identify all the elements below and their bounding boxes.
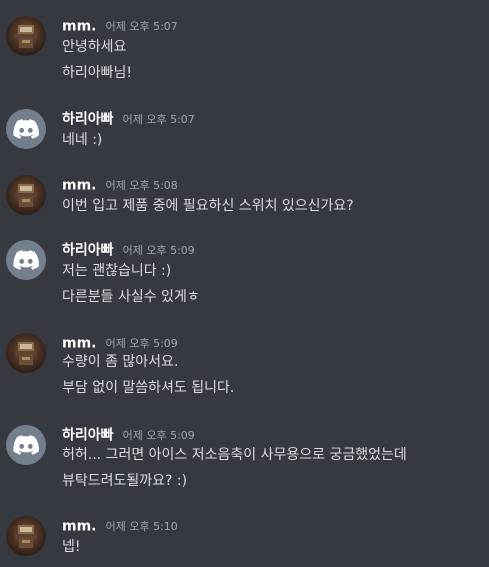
timestamp: 어제 오후 5:07: [105, 19, 178, 33]
message-text: 수량이 좀 많아서요.: [62, 354, 179, 370]
timestamp: 어제 오후 5:09: [122, 243, 195, 257]
avatar[interactable]: [6, 240, 46, 280]
discord-logo-icon: [13, 119, 39, 139]
chat-messages-list: mm. 어제 오후 5:07 안녕하세요 하리아빠님! 하리아빠 어제 오후 5…: [0, 0, 489, 567]
message-text: 부담 없이 말씀하셔도 됩니다.: [62, 380, 235, 396]
message-header: mm. 어제 오후 5:10: [62, 516, 178, 535]
timestamp: 어제 오후 5:07: [122, 112, 195, 126]
timestamp: 어제 오후 5:09: [122, 428, 195, 442]
username[interactable]: 하리아빠: [62, 112, 114, 128]
avatar[interactable]: [6, 175, 46, 215]
message-header: mm. 어제 오후 5:07: [62, 16, 178, 35]
username[interactable]: mm.: [62, 19, 97, 35]
username[interactable]: 하리아빠: [62, 243, 114, 259]
message-text: 안녕하세요: [62, 39, 127, 55]
avatar[interactable]: [6, 425, 46, 465]
message-text: 넵!: [62, 539, 81, 555]
timestamp: 어제 오후 5:08: [105, 178, 178, 192]
message-text: 허허... 그러면 아이스 저소음축이 사무용으로 궁금했었는데: [62, 447, 407, 463]
username[interactable]: 하리아빠: [62, 428, 114, 444]
message-text: 저는 괜찮습니다 :): [62, 263, 172, 279]
timestamp: 어제 오후 5:10: [105, 519, 178, 533]
message-text: 하리아빠님!: [62, 65, 133, 81]
avatar[interactable]: [6, 516, 46, 556]
message-header: 하리아빠 어제 오후 5:07: [62, 109, 195, 128]
user-photo-icon: [15, 184, 37, 207]
message-text: 네네 :): [62, 132, 103, 148]
message-header: mm. 어제 오후 5:09: [62, 333, 178, 352]
message-text: 다른분들 사실수 있게ㅎ: [62, 289, 200, 305]
message-header: mm. 어제 오후 5:08: [62, 175, 178, 194]
avatar[interactable]: [6, 109, 46, 149]
message-text: 이번 입고 제품 중에 필요하신 스위치 있으신가요?: [62, 198, 354, 214]
avatar[interactable]: [6, 16, 46, 56]
username[interactable]: mm.: [62, 519, 97, 535]
user-photo-icon: [15, 525, 37, 548]
username[interactable]: mm.: [62, 178, 97, 194]
username[interactable]: mm.: [62, 336, 97, 352]
user-photo-icon: [15, 25, 37, 48]
timestamp: 어제 오후 5:09: [105, 336, 178, 350]
message-header: 하리아빠 어제 오후 5:09: [62, 240, 195, 259]
message-header: 하리아빠 어제 오후 5:09: [62, 425, 195, 444]
discord-logo-icon: [13, 435, 39, 455]
avatar[interactable]: [6, 333, 46, 373]
message-text: 뷰탁드려도될까요? :): [62, 473, 188, 489]
user-photo-icon: [15, 342, 37, 365]
discord-logo-icon: [13, 250, 39, 270]
